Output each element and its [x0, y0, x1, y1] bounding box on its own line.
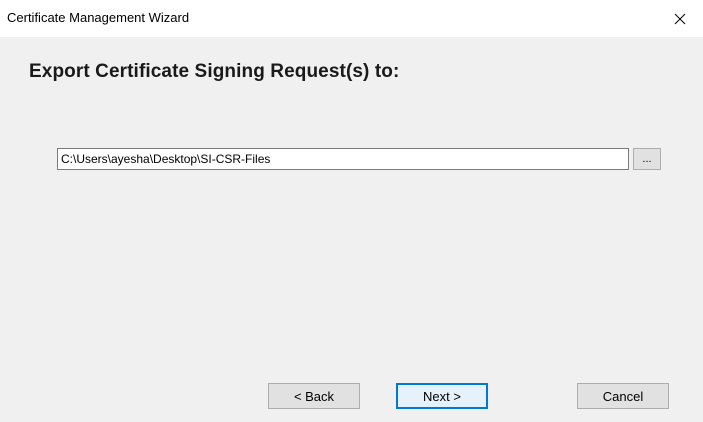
title-bar[interactable]: Certificate Management Wizard [0, 0, 703, 37]
page-heading: Export Certificate Signing Request(s) to… [29, 61, 400, 82]
next-button[interactable]: Next > [396, 383, 488, 409]
close-button[interactable] [657, 0, 703, 37]
close-icon [674, 13, 686, 25]
wizard-window: Certificate Management Wizard Export Cer… [0, 0, 703, 422]
window-title: Certificate Management Wizard [7, 10, 190, 25]
browse-button[interactable]: ... [633, 148, 661, 170]
cancel-button[interactable]: Cancel [577, 383, 669, 409]
back-button[interactable]: < Back [268, 383, 360, 409]
export-path-input[interactable] [57, 148, 629, 170]
